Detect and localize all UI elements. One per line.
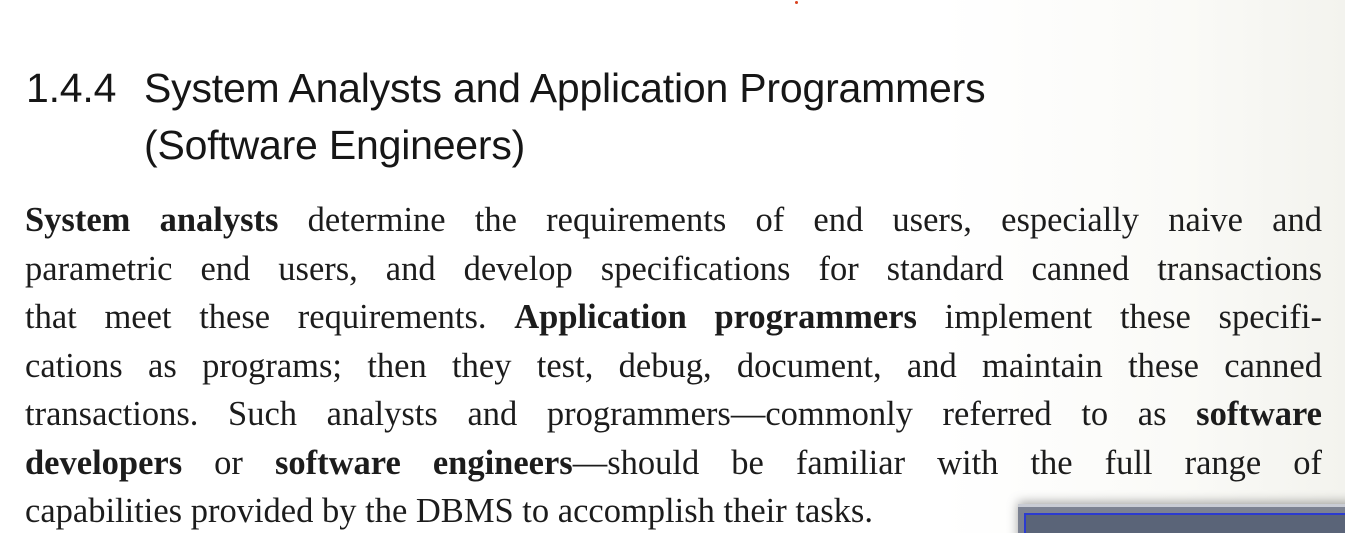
term-software: software: [1196, 395, 1322, 433]
document-page: 1.4.4 System Analysts and Application Pr…: [0, 0, 1345, 533]
term-application-programmers: Application programmers: [514, 298, 917, 336]
overlay-window-inner: [1024, 513, 1345, 533]
cursor-dot: [795, 1, 798, 4]
term-software-engineers: software engineers: [274, 443, 573, 482]
paragraph-line-1: System analysts determine the requiremen…: [25, 201, 1322, 239]
overlay-window-corner: [1018, 504, 1345, 533]
term-system-analysts: System analysts: [25, 201, 279, 239]
paragraph-line-5: transactions. Such analysts and programm…: [25, 395, 1322, 433]
section-title-line-1: System Analysts and Application Programm…: [144, 65, 986, 111]
term-developers: developers: [25, 443, 183, 482]
paragraph-line-6: developers or software engineers—should …: [25, 443, 1322, 482]
paragraph-line-4: cations as programs; then they test, deb…: [25, 346, 1322, 385]
paragraph-line-3: that meet these requirements. Applicatio…: [25, 298, 1322, 336]
section-number: 1.4.4: [26, 65, 117, 111]
section-title-line-2: (Software Engineers): [144, 122, 526, 168]
paragraph-line-2: parametric end users, and develop specif…: [25, 249, 1322, 288]
body-paragraph: System analysts determine the requiremen…: [25, 196, 1322, 533]
